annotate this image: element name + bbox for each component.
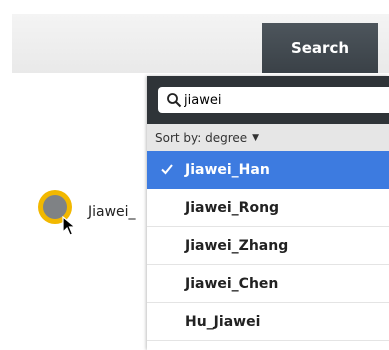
- result-label: Jiawei_Zhang: [185, 237, 289, 254]
- result-item[interactable]: Jiawei_Zhang: [147, 227, 389, 265]
- result-item[interactable]: Jiawei_Han: [147, 151, 389, 189]
- search-box[interactable]: [158, 87, 389, 113]
- sort-label: Sort by: degree: [155, 130, 248, 145]
- node-label: Jiawei_: [88, 204, 136, 220]
- result-label: Jiawei_Han: [185, 162, 270, 178]
- result-label: Jiawei_Rong: [185, 199, 280, 216]
- checkmark-icon: [161, 164, 173, 175]
- sort-dropdown[interactable]: Sort by: degree ▼: [147, 124, 389, 151]
- result-label: Hu_Jiawei: [185, 313, 261, 330]
- tab-search-label: Search: [290, 39, 350, 57]
- result-item[interactable]: Jiawei_Rong: [147, 189, 389, 227]
- graph-node[interactable]: [38, 190, 78, 236]
- results-list: Jiawei_Han Jiawei_Rong Jiawei_Zhang Jiaw…: [147, 151, 389, 341]
- result-label: Jiawei_Chen: [185, 275, 279, 292]
- search-dropdown: Sort by: degree ▼ Jiawei_Han Jiawei_Rong…: [147, 76, 389, 350]
- caret-down-icon: ▼: [252, 132, 260, 143]
- result-item[interactable]: Jiawei_Chen: [147, 265, 389, 303]
- tab-search[interactable]: Search: [262, 23, 378, 73]
- result-item[interactable]: Hu_Jiawei: [147, 303, 389, 341]
- mouse-pointer-icon: [62, 216, 77, 236]
- search-input[interactable]: [182, 92, 384, 108]
- search-bar: [147, 76, 389, 124]
- search-icon: [167, 93, 182, 108]
